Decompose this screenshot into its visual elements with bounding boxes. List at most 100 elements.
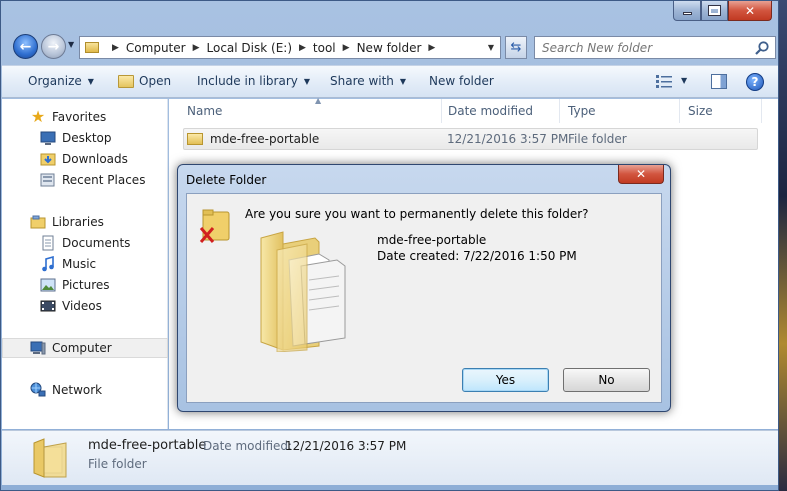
column-header-name[interactable]: ▲ Name (179, 96, 442, 123)
sidebar-item-label: Downloads (62, 152, 128, 166)
chevron-right-icon[interactable]: ▶ (343, 43, 350, 53)
breadcrumb-tool[interactable]: tool (313, 41, 336, 55)
folder-icon (33, 438, 67, 478)
column-header-date-modified[interactable]: Date modified (440, 99, 560, 123)
refresh-icon: ⇆ (510, 40, 522, 55)
minimize-button[interactable] (673, 1, 701, 21)
column-header-type[interactable]: Type (560, 99, 680, 123)
breadcrumb-computer[interactable]: Computer (126, 41, 186, 55)
command-bar: Organize ▼ Open Include in library ▼ Sha… (2, 65, 778, 98)
dialog-question: Are you sure you want to permanently del… (245, 207, 589, 221)
dialog-close-button[interactable]: ✕ (618, 165, 664, 184)
detail-file-name: mde-free-portable (88, 438, 207, 453)
sidebar-item-label: Documents (62, 236, 131, 250)
sidebar-item-computer[interactable]: Computer (2, 338, 168, 358)
sidebar-item-label: Recent Places (62, 173, 146, 187)
recent-places-icon (40, 173, 55, 187)
title-bar[interactable]: ✕ (1, 1, 778, 29)
sort-up-icon: ▲ (315, 96, 322, 105)
chevron-down-icon: ▼ (399, 76, 407, 86)
column-header-label: Type (568, 104, 596, 118)
new-folder-button[interactable]: New folder (429, 74, 494, 88)
dialog-body: Are you sure you want to permanently del… (186, 193, 662, 403)
chevron-right-icon[interactable]: ▶ (193, 43, 200, 53)
network-icon (30, 382, 46, 397)
arrow-right-icon: → (47, 38, 60, 55)
chevron-down-icon[interactable]: ▼ (488, 43, 494, 52)
dialog-title: Delete Folder (186, 173, 267, 187)
yes-button[interactable]: Yes (462, 368, 549, 392)
breadcrumb-new-folder[interactable]: New folder (357, 41, 422, 55)
details-pane: mde-free-portable Date modified: 12/21/2… (2, 430, 778, 485)
column-header-label: Name (187, 104, 223, 118)
sidebar-item-label: Favorites (52, 110, 107, 124)
delete-folder-dialog: Delete Folder ✕ Are you sure you want to… (177, 164, 671, 412)
maximize-button[interactable] (701, 1, 728, 21)
sidebar-item-desktop[interactable]: Desktop (2, 128, 168, 148)
include-in-library-button[interactable]: Include in library ▼ (197, 74, 310, 88)
file-type: File folder (568, 132, 627, 146)
sidebar-item-network[interactable]: Network (2, 380, 168, 400)
sidebar-item-videos[interactable]: Videos (2, 296, 168, 316)
back-button[interactable]: ← (13, 34, 38, 59)
search-icon[interactable] (754, 40, 770, 56)
column-header-label: Date modified (448, 104, 534, 118)
chevron-right-icon[interactable]: ▶ (112, 43, 119, 53)
caption-buttons: ✕ (673, 1, 772, 21)
chevron-down-icon: ▼ (303, 76, 311, 86)
chevron-right-icon[interactable]: ▶ (299, 43, 306, 53)
desktop-icon (40, 131, 56, 145)
sidebar-item-label: Desktop (62, 131, 112, 145)
open-label: Open (139, 74, 172, 88)
sidebar-item-music[interactable]: Music (2, 254, 168, 274)
address-bar[interactable]: ▶ Computer ▶ Local Disk (E:) ▶ tool ▶ Ne… (79, 36, 501, 59)
detail-date-value: 12/21/2016 3:57 PM (285, 439, 407, 453)
view-options-icon[interactable] (656, 75, 672, 88)
organize-label: Organize (28, 74, 82, 88)
maximize-icon (708, 5, 721, 16)
search-input[interactable] (542, 40, 752, 55)
star-icon: ★ (30, 107, 46, 126)
share-with-button[interactable]: Share with ▼ (330, 74, 406, 88)
sidebar-item-libraries[interactable]: Libraries (2, 212, 168, 232)
table-row[interactable]: mde-free-portable 12/21/2016 3:57 PM Fil… (183, 128, 758, 150)
sidebar-item-favorites[interactable]: ★ Favorites (2, 107, 168, 127)
chevron-down-icon: ▼ (87, 76, 94, 86)
sidebar-item-pictures[interactable]: Pictures (2, 275, 168, 295)
chevron-down-icon[interactable]: ▼ (681, 76, 687, 85)
videos-icon (40, 300, 56, 312)
arrow-left-icon: ← (19, 38, 32, 55)
preview-pane-icon[interactable] (711, 74, 727, 89)
open-button[interactable]: Open (118, 74, 171, 88)
sidebar-item-downloads[interactable]: Downloads (2, 149, 168, 169)
search-box[interactable] (534, 36, 776, 59)
chevron-right-icon[interactable]: ▶ (428, 43, 435, 53)
file-name: mde-free-portable (210, 132, 320, 146)
dialog-date-created: Date created: 7/22/2016 1:50 PM (377, 249, 577, 263)
computer-icon (30, 341, 46, 355)
breadcrumb-local-disk[interactable]: Local Disk (E:) (207, 41, 293, 55)
folder-icon (85, 42, 99, 53)
detail-file-type: File folder (88, 457, 147, 471)
organize-button[interactable]: Organize ▼ (28, 74, 94, 88)
file-date-modified: 12/21/2016 3:57 PM (447, 132, 569, 146)
recent-pages-dropdown[interactable]: ▼ (68, 40, 74, 49)
sidebar-item-label: Network (52, 383, 103, 397)
new-folder-label: New folder (429, 74, 494, 88)
forward-button[interactable]: → (41, 34, 66, 59)
sidebar-item-recent-places[interactable]: Recent Places (2, 170, 168, 190)
large-folder-icon (260, 231, 346, 352)
column-header-size[interactable]: Size (680, 99, 762, 123)
help-icon[interactable]: ? (746, 73, 764, 91)
detail-date-label: Date modified: (203, 439, 293, 453)
libraries-icon (30, 215, 46, 229)
include-label: Include in library (197, 74, 298, 88)
sidebar-item-label: Pictures (62, 278, 110, 292)
no-button[interactable]: No (563, 368, 650, 392)
refresh-button[interactable]: ⇆ (505, 36, 527, 59)
dialog-folder-name: mde-free-portable (377, 233, 487, 247)
close-button[interactable]: ✕ (728, 1, 772, 21)
minimize-icon (682, 12, 692, 15)
sidebar-item-label: Videos (62, 299, 102, 313)
sidebar-item-documents[interactable]: Documents (2, 233, 168, 253)
